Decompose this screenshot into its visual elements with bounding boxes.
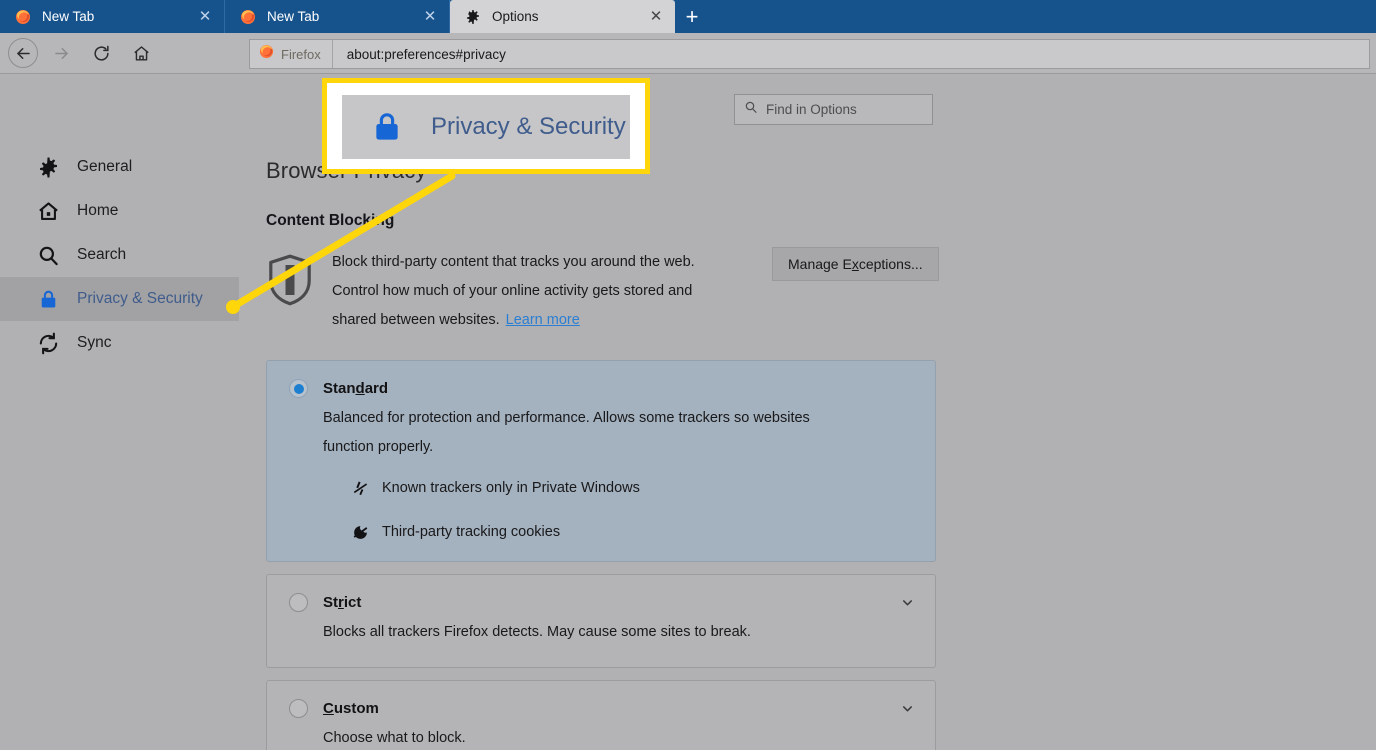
title-accel: d — [356, 380, 365, 397]
title-before: St — [323, 594, 338, 611]
option-panel-strict[interactable]: Strict Blocks all trackers Firefox detec… — [266, 574, 936, 668]
manage-exceptions-label-after: ceptions... — [859, 256, 923, 272]
tab-label: New Tab — [267, 9, 421, 24]
radio-custom[interactable] — [289, 699, 308, 718]
list-item-label: Third-party tracking cookies — [382, 524, 560, 540]
tab-strip: New Tab ✕ New Tab ✕ Options ✕ — [0, 0, 1376, 33]
list-item-label: Known trackers only in Private Windows — [382, 480, 640, 496]
forward-arrow-icon — [44, 36, 78, 70]
options-sidebar: General Home Search — [0, 145, 239, 365]
firefox-icon — [259, 44, 274, 64]
panel-description-standard: Balanced for protection and performance.… — [289, 398, 864, 462]
tracker-blocked-icon — [351, 479, 369, 497]
identity-label: Firefox — [281, 47, 321, 62]
close-icon[interactable]: ✕ — [196, 8, 214, 26]
content-blocking-options: Standard Balanced for protection and per… — [266, 335, 936, 750]
radio-standard[interactable] — [289, 379, 308, 398]
description-line-3: shared between websites. — [332, 312, 500, 328]
panel-description-custom: Choose what to block. — [289, 718, 864, 750]
identity-box[interactable]: Firefox — [250, 40, 333, 68]
radio-dot — [294, 384, 304, 394]
learn-more-link[interactable]: Learn more — [500, 312, 580, 328]
description-line-2: Control how much of your online activity… — [332, 283, 692, 299]
browser-tab-1[interactable]: New Tab ✕ — [0, 0, 225, 33]
title-after: ict — [344, 594, 362, 611]
content-blocking-description: Block third-party content that tracks yo… — [332, 248, 772, 335]
panel-header: Strict — [289, 593, 913, 612]
search-icon — [36, 243, 60, 267]
sidebar-item-label: Privacy & Security — [77, 290, 203, 308]
option-panel-standard[interactable]: Standard Balanced for protection and per… — [266, 360, 936, 562]
browser-tab-2[interactable]: New Tab ✕ — [225, 0, 450, 33]
firefox-icon — [239, 8, 256, 25]
sidebar-item-search[interactable]: Search — [0, 233, 239, 277]
panel-header: Custom — [289, 699, 913, 718]
navigation-toolbar: Firefox about:preferences#privacy — [0, 33, 1376, 74]
options-content: General Home Search — [0, 75, 1376, 750]
firefox-icon — [14, 8, 31, 25]
standard-feature-list: Known trackers only in Private Windows T… — [289, 462, 913, 541]
close-icon[interactable]: ✕ — [421, 8, 439, 26]
home-icon[interactable] — [124, 36, 158, 70]
panel-description-strict: Blocks all trackers Firefox detects. May… — [289, 612, 864, 647]
tab-label: New Tab — [42, 9, 196, 24]
new-tab-button[interactable]: + — [675, 0, 709, 33]
sidebar-item-sync[interactable]: Sync — [0, 321, 239, 365]
sidebar-item-home[interactable]: Home — [0, 189, 239, 233]
option-panel-custom[interactable]: Custom Choose what to block. — [266, 680, 936, 750]
browser-tab-options[interactable]: Options ✕ — [450, 0, 675, 33]
sidebar-item-label: Search — [77, 246, 126, 264]
sidebar-item-label: Sync — [77, 334, 111, 352]
tab-label: Options — [492, 9, 647, 24]
shield-icon — [266, 248, 332, 312]
reload-icon[interactable] — [84, 36, 118, 70]
title-after: ard — [365, 380, 388, 397]
chevron-down-icon[interactable] — [900, 701, 915, 721]
lock-icon — [36, 287, 60, 311]
panel-title-standard: Standard — [323, 380, 388, 397]
lock-icon — [368, 108, 406, 146]
list-item: Known trackers only in Private Windows — [351, 479, 913, 523]
callout-inner[interactable]: Privacy & Security — [342, 95, 630, 159]
chevron-down-icon[interactable] — [900, 595, 915, 615]
title-before: Stan — [323, 380, 356, 397]
callout-label: Privacy & Security — [431, 113, 626, 141]
sidebar-item-label: General — [77, 158, 132, 176]
section-title-content-blocking: Content Blocking — [266, 184, 936, 230]
url-text[interactable]: about:preferences#privacy — [333, 47, 506, 62]
panel-title-custom: Custom — [323, 700, 379, 717]
gear-icon — [464, 8, 481, 25]
title-after: ustom — [334, 700, 379, 717]
sidebar-item-label: Home — [77, 202, 118, 220]
firefox-window: New Tab ✕ New Tab ✕ Options ✕ — [0, 0, 1376, 750]
panel-title-strict: Strict — [323, 594, 361, 611]
callout-privacy-security: Privacy & Security — [322, 78, 650, 174]
radio-strict[interactable] — [289, 593, 308, 612]
content-blocking-intro: Block third-party content that tracks yo… — [266, 230, 936, 335]
sidebar-item-privacy-security[interactable]: Privacy & Security — [0, 277, 239, 321]
list-item: Third-party tracking cookies — [351, 523, 913, 541]
sync-icon — [36, 331, 60, 355]
url-bar[interactable]: Firefox about:preferences#privacy — [249, 39, 1370, 69]
title-accel: C — [323, 700, 334, 717]
home-icon — [36, 199, 60, 223]
back-arrow-icon[interactable] — [8, 38, 38, 68]
manage-exceptions-label-before: Manage E — [788, 256, 852, 272]
description-line-1: Block third-party content that tracks yo… — [332, 254, 695, 270]
sidebar-item-general[interactable]: General — [0, 145, 239, 189]
manage-exceptions-button[interactable]: Manage Exceptions... — [772, 247, 939, 281]
main-column: Browser Privacy Content Blocking Block t… — [266, 75, 936, 750]
close-icon[interactable]: ✕ — [647, 8, 665, 26]
gear-icon — [36, 155, 60, 179]
manage-exceptions-accel: x — [852, 256, 859, 272]
panel-header: Standard — [289, 379, 913, 398]
cookie-blocked-icon — [351, 523, 369, 541]
